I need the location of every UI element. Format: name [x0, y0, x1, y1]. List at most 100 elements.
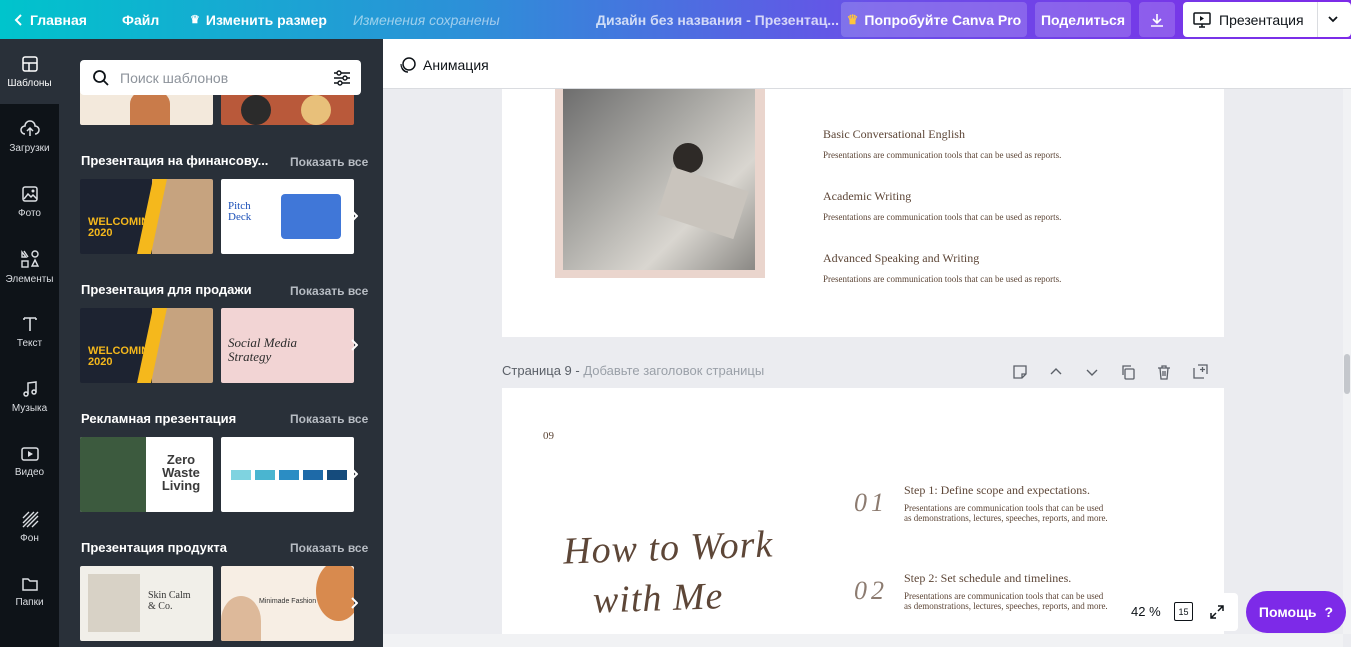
vertical-scrollbar[interactable]	[1343, 89, 1351, 634]
template-thumb[interactable]: WELCOMING 2020	[80, 308, 213, 383]
template-thumb[interactable]: WELCOMING 2020	[80, 179, 213, 254]
chevron-right-icon	[351, 597, 358, 609]
rail-item-text[interactable]: Текст	[0, 299, 59, 364]
thumb-line: Skin Calm	[148, 590, 191, 601]
carousel-next[interactable]	[347, 206, 361, 226]
rail-label: Фото	[18, 207, 41, 219]
rail-label: Музыка	[11, 402, 48, 414]
present-button[interactable]: Презентация	[1183, 2, 1351, 37]
document-title[interactable]: Дизайн без названия - Презентац...	[596, 0, 839, 39]
template-search[interactable]: Поиск шаблонов	[80, 60, 361, 95]
try-canva-pro-button[interactable]: ♛ Попробуйте Canva Pro	[841, 2, 1027, 37]
help-label: Помощь	[1258, 604, 1317, 620]
course-title: Basic Conversational English	[823, 127, 965, 141]
zoom-controls: 42 % 15	[1118, 593, 1238, 631]
rail-item-uploads[interactable]: Загрузки	[0, 104, 59, 169]
step-desc: as demonstrations, lectures, speeches, r…	[904, 513, 1108, 523]
rail-label: Фон	[20, 532, 39, 544]
page-9[interactable]: 09 How to Work with Me 01 Step 1: Define…	[502, 388, 1224, 634]
home-button[interactable]: Главная	[14, 0, 87, 39]
rail-label: Элементы	[5, 273, 54, 285]
zoom-level[interactable]: 42 %	[1131, 604, 1161, 619]
scroll-thumb[interactable]	[1344, 354, 1350, 394]
rail-item-photos[interactable]: Фото	[0, 169, 59, 234]
photo-coffee	[563, 89, 755, 270]
rail-item-templates[interactable]: Шаблоны	[0, 39, 59, 104]
course-desc: Presentations are communication tools th…	[823, 150, 1062, 160]
share-button[interactable]: Поделиться	[1035, 2, 1131, 37]
help-button[interactable]: Помощь ?	[1246, 591, 1346, 633]
rail-label: Видео	[14, 466, 45, 478]
divider	[1317, 2, 1318, 37]
illustration	[281, 194, 341, 239]
step-title: Step 1: Define scope and expectations.	[904, 483, 1090, 497]
template-thumb[interactable]: Social Media Strategy	[221, 308, 354, 383]
section-title: Презентация продукта	[81, 540, 227, 555]
chevron-down-icon[interactable]	[1083, 363, 1101, 381]
script-line: How to Work	[562, 523, 774, 573]
file-label: Файл	[122, 11, 160, 28]
notes-icon[interactable]	[1011, 363, 1029, 381]
script-title: How to Work with Me	[562, 519, 776, 626]
rail-item-background[interactable]: Фон	[0, 494, 59, 559]
thumb-heading: WELCOMING 2020	[88, 217, 158, 239]
template-thumb[interactable]: Zero Waste Living	[80, 437, 213, 512]
step-shape	[327, 470, 347, 480]
thumb-line: Deck	[228, 211, 252, 223]
page-title-hint[interactable]: Добавьте заголовок страницы	[583, 363, 764, 378]
upload-cloud-icon	[19, 119, 40, 136]
fullscreen-icon[interactable]	[1209, 604, 1225, 620]
add-page-icon[interactable]	[1191, 363, 1209, 381]
thumb-heading: WELCOMING 2020	[88, 346, 158, 368]
rail-item-video[interactable]: Видео	[0, 429, 59, 494]
carousel-next[interactable]	[347, 464, 361, 484]
chevron-up-icon[interactable]	[1047, 363, 1065, 381]
page-actions	[1011, 363, 1209, 381]
page-count-button[interactable]: 15	[1174, 602, 1193, 621]
file-menu-button[interactable]: Файл	[122, 0, 159, 39]
template-thumb[interactable]	[221, 90, 354, 125]
rail-item-music[interactable]: Музыка	[0, 364, 59, 429]
trash-icon[interactable]	[1155, 363, 1173, 381]
download-button[interactable]	[1139, 2, 1175, 37]
home-label: Главная	[30, 11, 87, 28]
show-all-link[interactable]: Показать все	[290, 155, 368, 169]
section-title: Презентация для продажи	[81, 282, 252, 297]
template-thumb[interactable]: Skin Calm & Co.	[80, 566, 213, 641]
figure-shape	[241, 95, 271, 125]
page-9-header[interactable]: Страница 9 - Добавьте заголовок страницы	[502, 363, 764, 378]
share-label: Поделиться	[1040, 11, 1126, 28]
thumb-heading: Skin Calm & Co.	[148, 590, 191, 612]
animation-icon	[400, 57, 416, 73]
rail-item-folders[interactable]: Папки	[0, 559, 59, 624]
step-number: 02	[854, 576, 888, 605]
filter-icon[interactable]	[333, 69, 351, 87]
resize-button[interactable]: ♛ Изменить размер	[190, 0, 327, 39]
search-input[interactable]: Поиск шаблонов	[120, 70, 228, 86]
duplicate-icon[interactable]	[1119, 363, 1137, 381]
template-thumb[interactable]: Pitch Deck	[221, 179, 354, 254]
template-thumb[interactable]	[80, 90, 213, 125]
animation-button[interactable]: Анимация	[399, 56, 489, 74]
chevron-right-icon	[351, 468, 358, 480]
show-all-link[interactable]: Показать все	[290, 284, 368, 298]
template-thumb[interactable]	[221, 437, 354, 512]
show-all-link[interactable]: Показать все	[290, 412, 368, 426]
carousel-next[interactable]	[347, 593, 361, 613]
horizontal-scrollbar[interactable]	[383, 634, 1343, 647]
rail-item-elements[interactable]: Элементы	[0, 234, 59, 299]
music-icon	[22, 380, 37, 397]
template-thumb[interactable]: Minimade Fashion	[221, 566, 354, 641]
chevron-right-icon	[351, 210, 358, 222]
step-desc: Presentations are communication tools th…	[904, 591, 1104, 601]
canvas-area: Basic Conversational English Presentatio…	[383, 89, 1343, 634]
page-8[interactable]: Basic Conversational English Presentatio…	[502, 89, 1224, 337]
course-title: Academic Writing	[823, 189, 912, 203]
show-all-link[interactable]: Показать все	[290, 541, 368, 555]
text-icon	[22, 316, 37, 331]
chevron-down-icon[interactable]	[1327, 14, 1339, 24]
figure-shape	[130, 90, 170, 125]
carousel-next[interactable]	[347, 335, 361, 355]
step-shape	[279, 470, 299, 480]
templates-icon	[21, 55, 38, 72]
